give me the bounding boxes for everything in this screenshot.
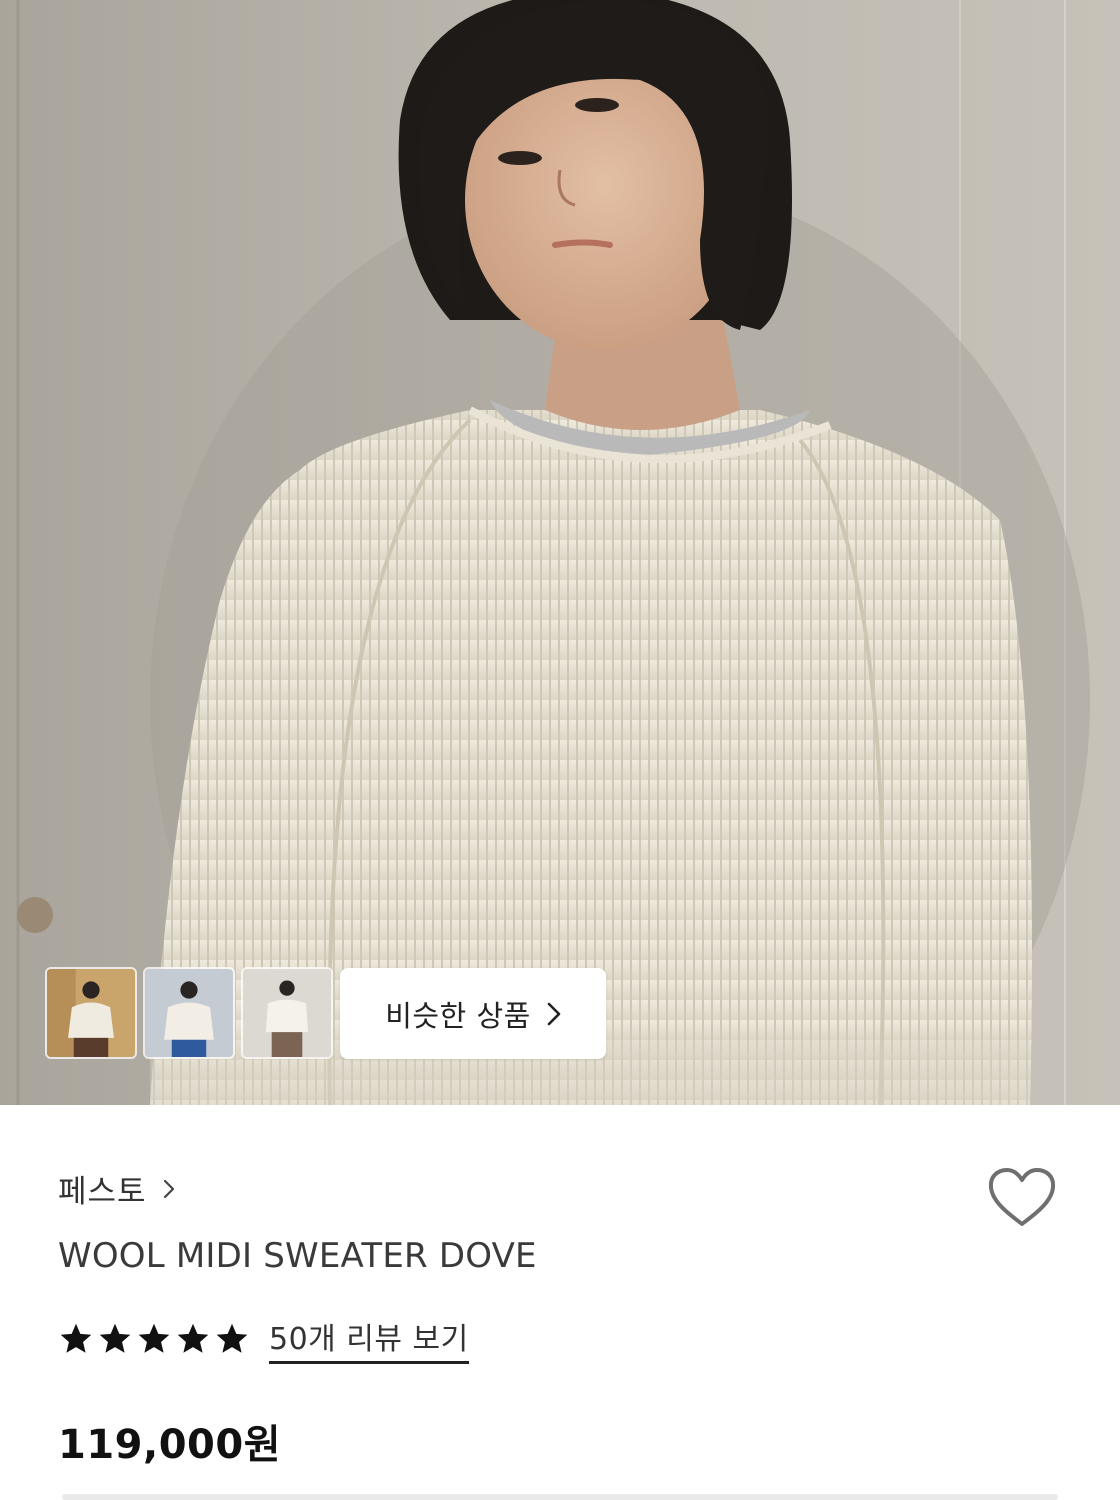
section-divider [62,1494,1058,1500]
star-icon [60,1323,92,1353]
similar-products-button[interactable]: 비슷한 상품 [340,968,606,1059]
star-icon [138,1323,170,1353]
product-photo [0,0,1120,1105]
similar-products-label: 비슷한 상품 [385,998,531,1033]
product-name: WOOL MIDI SWEATER DOVE [58,1236,537,1276]
rating-row: 50개 리뷰 보기 [58,1314,469,1364]
brand-link[interactable]: 페스토 [58,1166,175,1211]
star-icon [216,1323,248,1353]
view-reviews-link[interactable]: 50개 리뷰 보기 [269,1314,469,1364]
thumbnail-1[interactable] [45,967,137,1059]
rating-stars [58,1321,253,1357]
thumbnail-photo-1 [47,969,135,1057]
thumbnail-photo-2 [145,969,233,1057]
chevron-right-icon [547,1002,561,1025]
star-icon [177,1323,209,1353]
wishlist-button[interactable] [986,1166,1058,1230]
thumbnail-photo-3 [243,969,331,1057]
product-price: 119,000원 [58,1422,281,1468]
chevron-right-icon [163,1179,174,1198]
star-icon [99,1323,131,1353]
brand-name: 페스토 [58,1174,147,1210]
thumbnail-strip [45,967,339,1059]
product-hero-image[interactable]: 비슷한 상품 [0,0,1120,1105]
thumbnail-3[interactable] [241,967,333,1059]
heart-icon [988,1168,1056,1226]
thumbnail-2[interactable] [143,967,235,1059]
